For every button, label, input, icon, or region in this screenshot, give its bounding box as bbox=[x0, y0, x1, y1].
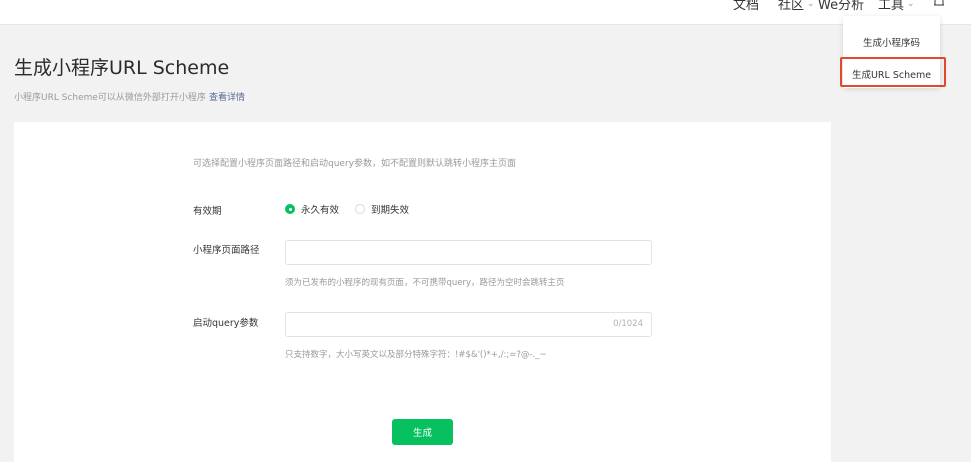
nav-docs[interactable]: 文档 bbox=[733, 0, 759, 13]
nav-community-label: 社区 bbox=[778, 0, 805, 13]
radio-permanent-label: 永久有效 bbox=[301, 205, 340, 216]
nav-we-analysis[interactable]: We分析 bbox=[818, 0, 864, 13]
nav-tools-label: 工具 bbox=[878, 0, 905, 13]
bell-icon[interactable] bbox=[932, 0, 946, 9]
query-input[interactable]: 0/1024 bbox=[285, 312, 652, 337]
query-char-counter: 0/1024 bbox=[613, 319, 643, 329]
radio-unchecked-icon bbox=[355, 204, 365, 214]
generate-button[interactable]: 生成 bbox=[392, 419, 453, 445]
tools-dropdown-menu: 生成小程序码 生成URL Scheme bbox=[843, 16, 940, 88]
radio-checked-icon bbox=[285, 204, 295, 214]
page-description: 小程序URL Scheme可以从微信外部打开小程序 查看详情 bbox=[14, 90, 245, 103]
form-hint: 可选择配置小程序页面路径和启动query参数，如不配置则默认跳转小程序主页面 bbox=[193, 159, 516, 169]
nav-we-analysis-label: We分析 bbox=[818, 0, 865, 13]
radio-permanent[interactable]: 永久有效 bbox=[285, 202, 339, 216]
validity-label: 有效期 bbox=[193, 206, 222, 217]
chevron-down-icon: ⌄ bbox=[807, 0, 815, 9]
path-tip: 须为已发布的小程序的现有页面，不可携带query，路径为空时会跳转主页 bbox=[285, 278, 565, 288]
nav-tools[interactable]: 工具 ⌄ bbox=[878, 0, 915, 13]
page-title: 生成小程序URL Scheme bbox=[14, 57, 230, 79]
radio-expiring[interactable]: 到期失效 bbox=[355, 202, 409, 216]
path-input[interactable] bbox=[285, 240, 652, 265]
radio-expiring-label: 到期失效 bbox=[371, 205, 410, 216]
nav-community[interactable]: 社区 ⌄ bbox=[778, 0, 815, 13]
query-tip: 只支持数字，大小写英文以及部分特殊字符：!#$&'()*+,/:;=?@-._~ bbox=[285, 350, 547, 360]
view-details-link[interactable]: 查看详情 bbox=[209, 93, 245, 103]
form-card: 可选择配置小程序页面路径和启动query参数，如不配置则默认跳转小程序主页面 有… bbox=[14, 122, 831, 462]
path-label: 小程序页面路径 bbox=[193, 245, 260, 256]
menu-item-generate-url-scheme[interactable]: 生成URL Scheme bbox=[843, 67, 940, 81]
nav-docs-label: 文档 bbox=[733, 0, 760, 13]
menu-item-generate-qrcode[interactable]: 生成小程序码 bbox=[843, 35, 940, 49]
generate-button-label: 生成 bbox=[412, 428, 432, 439]
page-description-text: 小程序URL Scheme可以从微信外部打开小程序 bbox=[14, 93, 206, 103]
query-label: 启动query参数 bbox=[193, 318, 259, 329]
chevron-down-icon: ⌄ bbox=[907, 0, 915, 9]
